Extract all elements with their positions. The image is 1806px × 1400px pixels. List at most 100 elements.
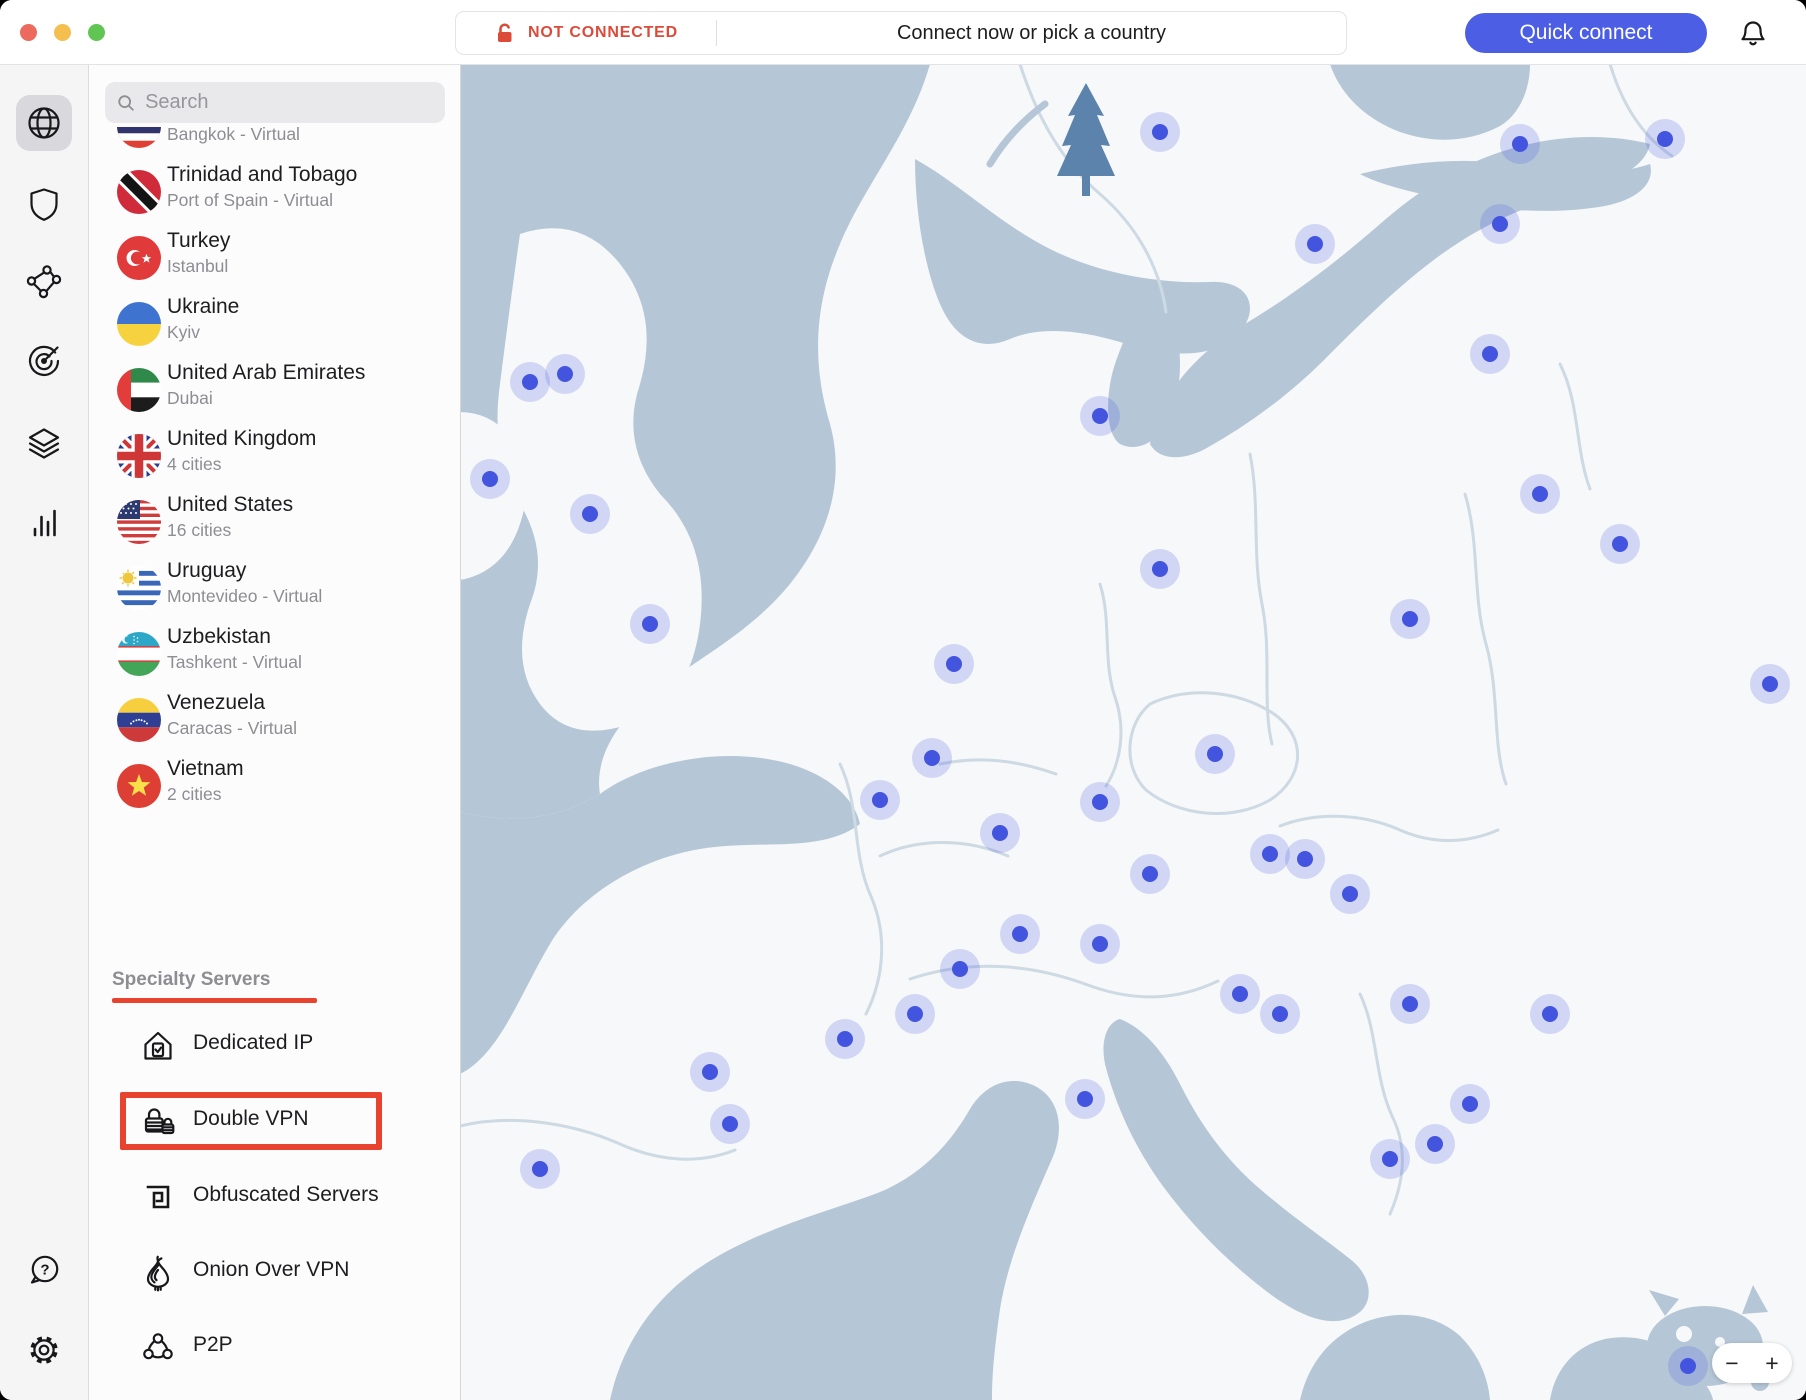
server-pin[interactable]: [1130, 854, 1170, 894]
close-window-button[interactable]: [20, 24, 37, 41]
europe-map[interactable]: − +: [460, 64, 1806, 1400]
country-row-ukraine[interactable]: Ukraine Kyiv: [88, 291, 460, 357]
country-row-united-kingdom[interactable]: United Kingdom 4 cities: [88, 423, 460, 489]
server-pin[interactable]: [1415, 1124, 1455, 1164]
tab-threat-protection[interactable]: [22, 339, 66, 383]
server-pin[interactable]: [1220, 974, 1260, 1014]
united-states-flag-icon: [117, 500, 161, 544]
country-row-turkey[interactable]: Turkey Istanbul: [88, 225, 460, 291]
specialty-dedicated-ip[interactable]: Dedicated IP: [88, 1017, 460, 1073]
server-pin[interactable]: [1080, 924, 1120, 964]
zoom-out-button[interactable]: −: [1712, 1343, 1752, 1383]
quick-connect-button[interactable]: Quick connect: [1465, 13, 1707, 53]
server-pin[interactable]: [1500, 124, 1540, 164]
server-pin[interactable]: [1668, 1346, 1708, 1386]
globe-icon: [22, 101, 66, 145]
connection-status: NOT CONNECTED: [456, 22, 716, 44]
search-input[interactable]: [143, 90, 433, 115]
country-city: Istanbul: [167, 256, 228, 277]
thailand-flag-icon: [117, 127, 161, 148]
server-pin[interactable]: [1195, 734, 1235, 774]
country-row-uzbekistan[interactable]: Uzbekistan Tashkent - Virtual: [88, 621, 460, 687]
server-pin[interactable]: [1260, 994, 1300, 1034]
server-pin[interactable]: [690, 1052, 730, 1092]
server-pin[interactable]: [980, 813, 1020, 853]
minimize-window-button[interactable]: [54, 24, 71, 41]
specialty-onion-over-vpn[interactable]: Onion Over VPN: [88, 1244, 460, 1300]
tab-map[interactable]: [22, 101, 66, 145]
map-base-layer: [460, 64, 1806, 1400]
server-pin[interactable]: [1080, 782, 1120, 822]
server-pin[interactable]: [570, 494, 610, 534]
server-pin[interactable]: [1530, 994, 1570, 1034]
server-pin[interactable]: [1250, 834, 1290, 874]
server-pin[interactable]: [1750, 664, 1790, 704]
connect-hint-text[interactable]: Connect now or pick a country: [717, 22, 1346, 45]
specialty-double-vpn[interactable]: Double VPN: [88, 1093, 460, 1149]
specialty-p2p[interactable]: P2P: [88, 1319, 460, 1375]
server-pin[interactable]: [1285, 839, 1325, 879]
country-row-venezuela[interactable]: Venezuela Caracas - Virtual: [88, 687, 460, 753]
country-row-united-arab-emirates[interactable]: United Arab Emirates Dubai: [88, 357, 460, 423]
svg-text:?: ?: [40, 1262, 49, 1279]
help-bubble-icon: ?: [22, 1248, 66, 1292]
server-pin[interactable]: [1080, 396, 1120, 436]
notifications-bell-icon[interactable]: [1738, 18, 1768, 48]
open-lock-icon: [494, 22, 516, 44]
specialty-label: Dedicated IP: [193, 1031, 313, 1055]
nordvpn-window: NOT CONNECTED Connect now or pick a coun…: [0, 0, 1806, 1400]
server-pin[interactable]: [1520, 474, 1560, 514]
shield-icon: [22, 182, 66, 226]
server-pin[interactable]: [470, 459, 510, 499]
server-pin[interactable]: [510, 362, 550, 402]
mesh-network-icon: [22, 260, 66, 304]
server-pin[interactable]: [1600, 524, 1640, 564]
server-pin[interactable]: [630, 604, 670, 644]
top-bar: NOT CONNECTED Connect now or pick a coun…: [0, 0, 1806, 65]
search-box[interactable]: [105, 82, 445, 123]
country-row-trinidad-and-tobago[interactable]: Trinidad and Tobago Port of Spain - Virt…: [88, 159, 460, 225]
server-pin[interactable]: [545, 354, 585, 394]
zoom-window-button[interactable]: [88, 24, 105, 41]
tab-statistics[interactable]: [22, 501, 66, 545]
server-pin[interactable]: [710, 1104, 750, 1144]
country-row-thailand[interactable]: Bangkok - Virtual: [88, 127, 460, 159]
server-pin[interactable]: [520, 1149, 560, 1189]
server-pin[interactable]: [1645, 119, 1685, 159]
server-pin[interactable]: [860, 780, 900, 820]
zoom-in-button[interactable]: +: [1752, 1343, 1792, 1383]
server-pin[interactable]: [1330, 874, 1370, 914]
server-pin[interactable]: [1390, 599, 1430, 639]
server-pin[interactable]: [912, 738, 952, 778]
server-pin[interactable]: [1140, 112, 1180, 152]
server-pin[interactable]: [895, 994, 935, 1034]
country-name: Venezuela: [167, 691, 265, 715]
country-row-vietnam[interactable]: Vietnam 2 cities: [88, 753, 460, 819]
server-pin[interactable]: [934, 644, 974, 684]
server-pin[interactable]: [1370, 1139, 1410, 1179]
settings-button[interactable]: [22, 1328, 66, 1372]
tab-presets[interactable]: [22, 423, 66, 467]
server-pin[interactable]: [940, 949, 980, 989]
help-button[interactable]: ?: [22, 1248, 66, 1292]
server-pin[interactable]: [1390, 984, 1430, 1024]
tab-meshnet[interactable]: [22, 260, 66, 304]
server-pin[interactable]: [825, 1019, 865, 1059]
server-pin[interactable]: [1480, 204, 1520, 244]
country-name: Trinidad and Tobago: [167, 163, 357, 187]
status-label: NOT CONNECTED: [528, 24, 678, 42]
server-pin[interactable]: [1470, 334, 1510, 374]
server-pin[interactable]: [1450, 1084, 1490, 1124]
specialty-label: Double VPN: [193, 1107, 309, 1131]
server-pin[interactable]: [1000, 914, 1040, 954]
country-name: United States: [167, 493, 293, 517]
server-pin[interactable]: [1295, 224, 1335, 264]
server-pin[interactable]: [1065, 1079, 1105, 1119]
country-row-united-states[interactable]: United States 16 cities: [88, 489, 460, 555]
country-city: Bangkok - Virtual: [167, 127, 300, 145]
tab-security[interactable]: [22, 182, 66, 226]
country-name: Ukraine: [167, 295, 239, 319]
specialty-obfuscated-servers[interactable]: Obfuscated Servers: [88, 1169, 460, 1225]
country-row-uruguay[interactable]: Uruguay Montevideo - Virtual: [88, 555, 460, 621]
server-pin[interactable]: [1140, 549, 1180, 589]
